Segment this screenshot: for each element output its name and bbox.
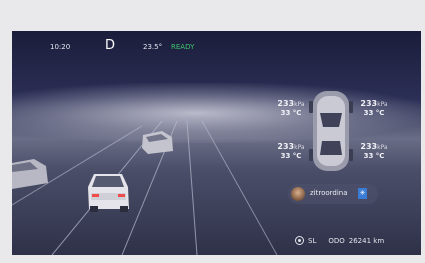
ready-status: READY (171, 43, 195, 51)
tire-rear-left-pressure: 233 (277, 142, 295, 151)
tire-rear-right: 233kPa 33 °C (350, 139, 398, 161)
tire-rear-right-pressure: 233 (360, 142, 378, 151)
tire-rear-left: 233kPa 33 °C (267, 139, 315, 161)
tire-pressure-unit: kPa (294, 144, 305, 151)
range-icon (295, 236, 304, 245)
ego-car (88, 174, 129, 212)
tire-front-right-temp: 33 °C (363, 109, 385, 117)
bottom-status-bar: SL ODO 26241 km (295, 236, 384, 245)
tire-pressure-unit: kPa (294, 101, 305, 108)
avatar (291, 187, 305, 201)
lane-line (201, 120, 278, 255)
traffic-car-far (142, 131, 173, 154)
tire-front-right: 233kPa 33 °C (350, 96, 398, 118)
gear-indicator: D (105, 38, 116, 53)
tire-front-left-temp: 33 °C (280, 109, 302, 117)
traffic-car-left (12, 159, 48, 189)
tire-front-right-pressure: 233 (360, 99, 378, 108)
tire-front-left: 233kPa 33 °C (267, 96, 315, 118)
bluetooth-icon: ✳ (358, 188, 367, 199)
tire-pressure-unit: kPa (377, 144, 388, 151)
tire-monitor-car-icon (309, 91, 353, 171)
outside-temperature: 23.5° (143, 43, 163, 51)
odometer-label: ODO (328, 237, 345, 245)
range-mode: SL (308, 237, 317, 245)
user-name: zitroordina (310, 189, 348, 197)
tire-rear-left-temp: 33 °C (280, 152, 302, 160)
lane-line (186, 120, 198, 255)
instrument-cluster-screen: 10:20 D 23.5° READY 233kPa 33 °C 233kPa … (12, 31, 421, 255)
odometer-value: 26241 km (348, 237, 385, 245)
tire-pressure-unit: kPa (377, 101, 388, 108)
user-profile-chip[interactable]: zitroordina ✳ (288, 184, 378, 204)
clock: 10:20 (50, 43, 71, 51)
tire-rear-right-temp: 33 °C (363, 152, 385, 160)
tire-front-left-pressure: 233 (277, 99, 295, 108)
